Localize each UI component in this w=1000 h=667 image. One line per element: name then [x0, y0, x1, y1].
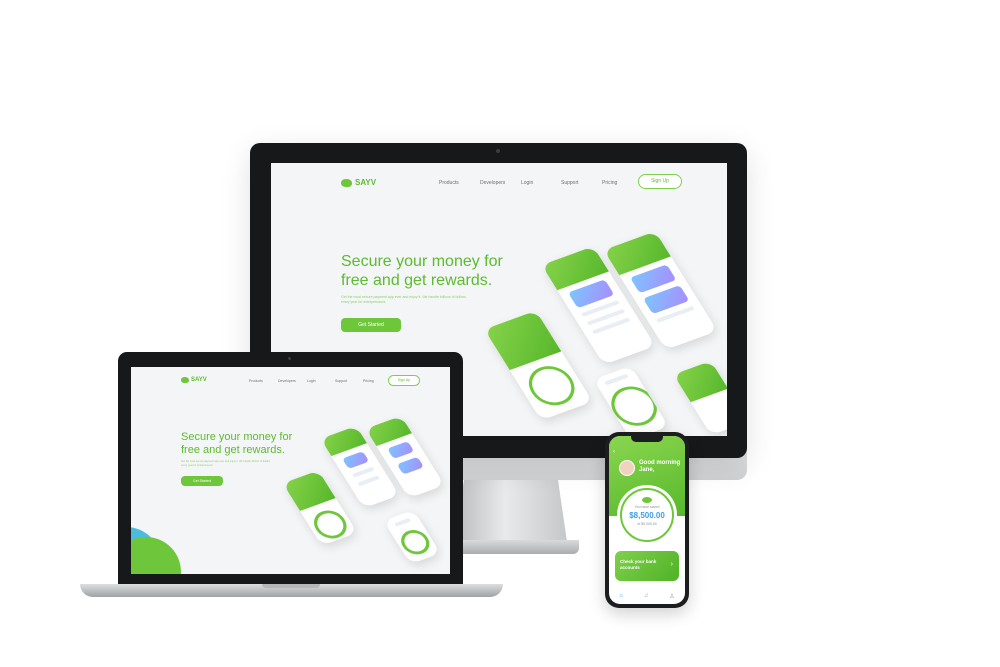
hero-subtext: Get the most secure payment app ever and…: [341, 295, 466, 304]
app-card-home: [282, 470, 358, 546]
saved-label: You have saved: [634, 505, 660, 509]
phone-screen: ‹ Good morning Jane, You have saved $8,5…: [609, 436, 685, 604]
check-bank-accounts-button[interactable]: Check your bank accounts ›: [615, 551, 679, 581]
site-logo[interactable]: SAYV: [341, 178, 376, 187]
brand-name: SAYV: [355, 178, 377, 187]
nav-login[interactable]: Login: [307, 379, 316, 383]
piggy-bank-icon: [642, 497, 652, 503]
nav-pricing[interactable]: Pricing: [602, 180, 617, 186]
home-tab-icon[interactable]: ⌂: [619, 593, 623, 599]
laptop-screen: SAYV Products Developers Login Support P…: [131, 367, 450, 574]
phone-device: ‹ Good morning Jane, You have saved $8,5…: [605, 432, 689, 608]
greeting-text: Good morning Jane,: [639, 460, 681, 473]
saved-amount: $8,500.00: [629, 511, 665, 520]
website-laptop: SAYV Products Developers Login Support P…: [131, 367, 450, 574]
site-logo[interactable]: SAYV: [181, 377, 207, 383]
nav-developers[interactable]: Developers: [480, 180, 505, 186]
app-card-partial: [383, 509, 441, 565]
get-started-button[interactable]: Get Started: [181, 476, 223, 486]
laptop-camera: [288, 357, 291, 360]
check-bank-accounts-label: Check your bank accounts: [620, 559, 657, 570]
brand-name: SAYV: [191, 377, 207, 383]
imac-stand-base: [445, 540, 579, 554]
back-arrow-icon[interactable]: ‹: [613, 449, 615, 455]
avatar[interactable]: [619, 460, 635, 476]
phone-notch: [631, 436, 663, 442]
imac-camera: [496, 149, 500, 153]
chevron-right-icon: ›: [670, 561, 673, 568]
nav-products[interactable]: Products: [249, 379, 263, 383]
nav-login[interactable]: Login: [521, 180, 533, 186]
app-card-partial-right: [673, 360, 727, 436]
piggy-bank-icon: [181, 377, 189, 383]
app-card-home: [484, 310, 593, 421]
laptop-lid: SAYV Products Developers Login Support P…: [118, 352, 463, 584]
saved-goal: of $9,000.00: [637, 522, 657, 526]
nav-support[interactable]: Support: [561, 180, 579, 186]
nav-support[interactable]: Support: [335, 379, 347, 383]
hero-headline-line1: Secure your money for: [341, 253, 503, 270]
decor-blob-green: [131, 537, 181, 574]
hero-headline-line2: free and get rewards.: [341, 272, 493, 289]
hero-headline-line1: Secure your money for: [181, 431, 293, 443]
notifications-tab-icon[interactable]: ♫: [644, 593, 649, 599]
profile-tab-icon[interactable]: ♙: [669, 593, 674, 600]
savings-progress-ring: You have saved $8,500.00 of $9,000.00: [620, 488, 674, 542]
hero-headline-line2: free and get rewards.: [181, 444, 285, 456]
nav-products[interactable]: Products: [439, 180, 459, 186]
nav-pricing[interactable]: Pricing: [363, 379, 374, 383]
get-started-button[interactable]: Get Started: [341, 318, 401, 332]
signup-button[interactable]: Sign Up: [638, 174, 682, 189]
piggy-bank-icon: [341, 178, 352, 187]
nav-developers[interactable]: Developers: [278, 379, 296, 383]
hero-subtext: Get the most secure payment app ever and…: [181, 460, 271, 467]
app-card-partial: [593, 365, 669, 436]
phone-tab-bar: ⌂ ♫ ♙: [609, 588, 685, 604]
imac-stand: [455, 480, 567, 542]
signup-button[interactable]: Sign Up: [388, 375, 420, 386]
laptop-opening-notch: [262, 584, 320, 588]
